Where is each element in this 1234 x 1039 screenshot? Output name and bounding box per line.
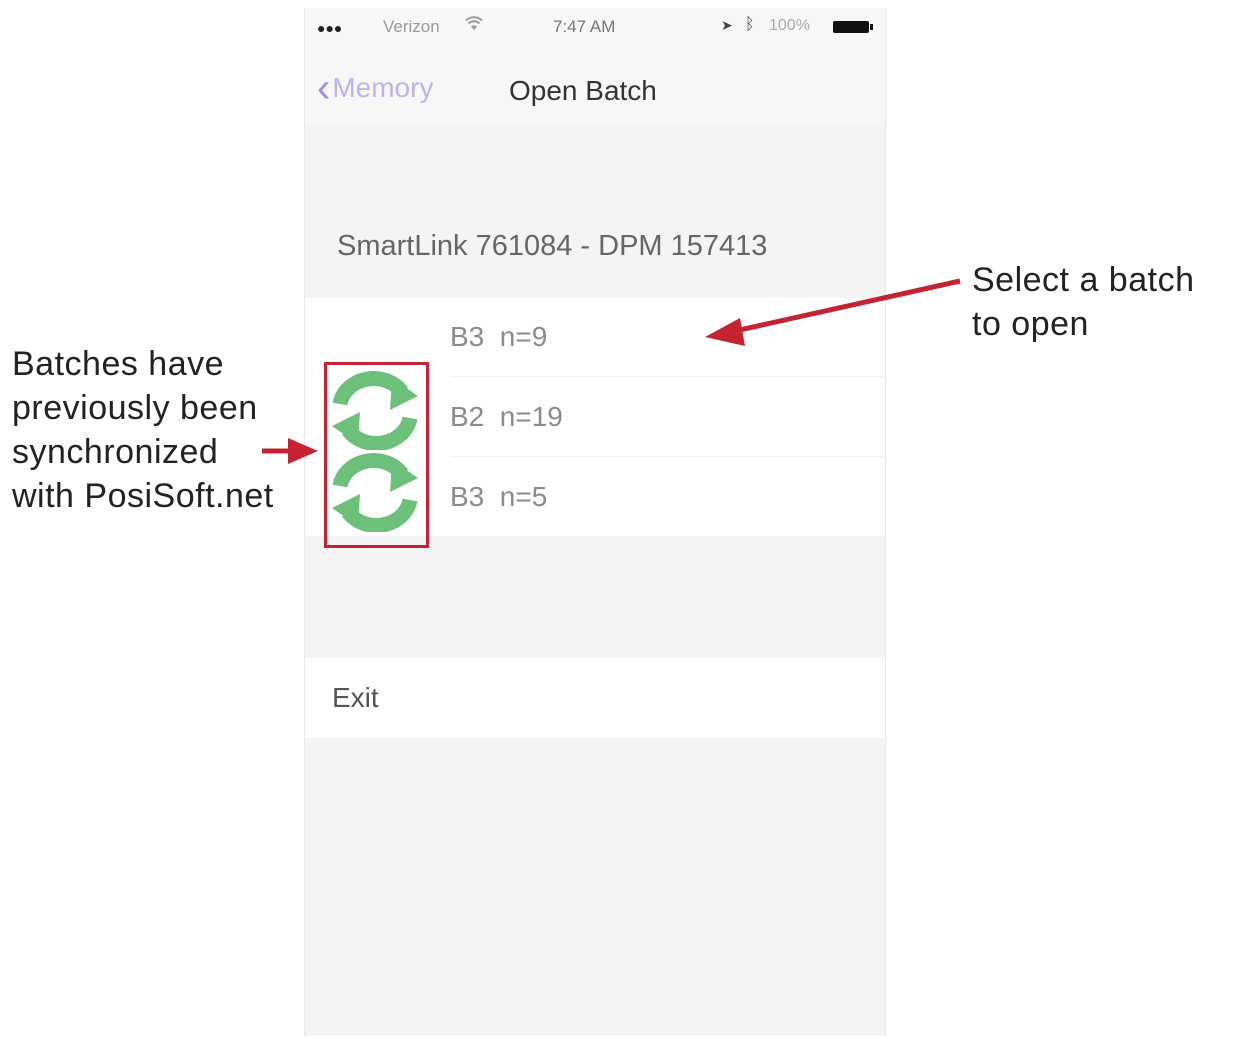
battery-icon (833, 21, 873, 33)
status-bar: ●●● Verizon 7:47 AM ➤ ᛒ 100% (305, 8, 885, 46)
navigation-bar: ‹ Memory Open Batch (305, 46, 885, 126)
bluetooth-icon: ᛒ (745, 16, 755, 33)
carrier-name: Verizon (383, 17, 440, 36)
back-button-label: Memory (332, 72, 434, 103)
annotation-line: Select a batch (972, 261, 1195, 299)
location-arrow-icon: ➤ (721, 17, 733, 33)
annotation-line: Batches have (12, 345, 225, 383)
back-button[interactable]: ‹ Memory (317, 64, 434, 112)
batch-label: B3 n=5 (450, 481, 548, 512)
annotation-line: synchronized (12, 433, 219, 471)
sync-highlight-box (324, 362, 429, 548)
page-title: Open Batch (509, 75, 657, 106)
status-time: 7:47 AM (553, 17, 616, 36)
exit-button[interactable]: Exit (305, 658, 885, 738)
signal-strength: ●●● (317, 20, 343, 36)
annotation-select-batch: Select a batch to open (972, 258, 1194, 346)
batch-label: B2 n=19 (450, 401, 563, 432)
wifi-icon (465, 16, 483, 37)
annotation-line: with PosiSoft.net (12, 477, 274, 515)
chevron-left-icon: ‹ (317, 64, 331, 112)
battery-percent: 100% (769, 17, 810, 34)
row-divider (450, 456, 885, 457)
annotation-synced: Batches have previously been synchronize… (12, 342, 274, 518)
annotation-line: previously been (12, 389, 258, 427)
row-divider (450, 376, 885, 377)
batch-label: B3 n=9 (450, 321, 548, 352)
exit-label: Exit (332, 682, 379, 713)
device-header: SmartLink 761084 - DPM 157413 (337, 230, 768, 262)
annotation-line: to open (972, 305, 1089, 343)
